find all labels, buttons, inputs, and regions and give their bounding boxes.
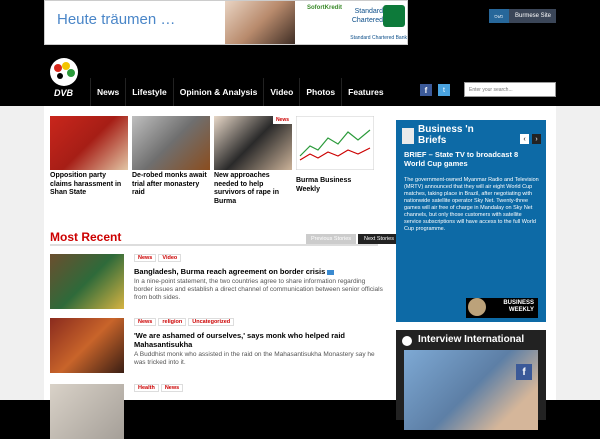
feature-card[interactable]: News New approaches needed to help survi…: [214, 116, 292, 206]
story-tags: Health News: [134, 384, 184, 392]
story-title-text: Bangladesh, Burma reach agreement on bor…: [134, 267, 326, 276]
feature-card[interactable]: Burma Business Weekly: [295, 115, 375, 194]
business-briefs-widget: Business 'n Briefs ‹ › BRIEF – State TV …: [396, 120, 546, 322]
banner-ad[interactable]: Heute träumen … SofortKredit Standard Ch…: [44, 0, 408, 45]
feature-caption: New approaches needed to help survivors …: [214, 172, 279, 205]
interview-international-widget: Interview International f: [396, 330, 546, 430]
feature-caption: Opposition party claims harassment in Sh…: [50, 172, 122, 196]
story-tags: News Video: [134, 254, 182, 262]
chevron-left-icon[interactable]: ‹: [520, 134, 529, 144]
feature-caption: Burma Business Weekly: [296, 177, 352, 193]
story-summary: In a nine-point statement, the two count…: [134, 278, 383, 301]
nav-news[interactable]: News: [90, 78, 125, 106]
site-header: Heute träumen … SofortKredit Standard Ch…: [0, 0, 600, 106]
story-summary: A Buddhist monk who assisted in the raid…: [134, 351, 375, 366]
most-recent-title: Most Recent: [50, 230, 122, 244]
dvb-logo[interactable]: DVB: [44, 56, 84, 100]
nav-lifestyle[interactable]: Lifestyle: [125, 78, 173, 106]
story-tag[interactable]: Uncategorized: [188, 318, 235, 326]
story-tag[interactable]: News: [134, 254, 157, 262]
nav-features[interactable]: Features: [341, 78, 389, 106]
content-panel: Opposition party claims harassment in Sh…: [44, 106, 556, 439]
story-tag[interactable]: Video: [158, 254, 182, 262]
search-input[interactable]: [464, 82, 556, 97]
ad-headline: Heute träumen …: [57, 11, 176, 28]
story-thumbnail[interactable]: [50, 384, 124, 439]
feature-caption: De-robed monks await trial after monaste…: [132, 172, 207, 196]
story-thumbnail[interactable]: [50, 318, 124, 373]
standard-chartered-logo-icon: [383, 5, 405, 27]
feature-image: [132, 116, 210, 170]
logo-text: DVB: [54, 88, 74, 98]
ad-photo: [225, 1, 295, 44]
burmese-glyph: ဗမာ: [489, 9, 509, 23]
burmese-site-link[interactable]: ဗမာ Burmese Site: [489, 9, 556, 23]
story-thumbnail[interactable]: [50, 254, 124, 309]
story-tag[interactable]: religion: [158, 318, 187, 326]
previous-stories-button[interactable]: Previous Stories: [306, 234, 356, 244]
main-nav: News Lifestyle Opinion & Analysis Video …: [90, 78, 390, 106]
nav-photos[interactable]: Photos: [299, 78, 341, 106]
briefs-icon: [402, 128, 414, 144]
brief-body: The government-owned Myanmar Radio and T…: [404, 177, 539, 232]
twitter-icon[interactable]: t: [438, 84, 450, 96]
interview-title: Interview International: [418, 334, 525, 345]
story-tags: News religion Uncategorized: [134, 318, 235, 326]
video-icon: [327, 269, 335, 275]
feature-card[interactable]: Opposition party claims harassment in Sh…: [50, 116, 128, 198]
story-tag[interactable]: Health: [134, 384, 159, 392]
story-title[interactable]: 'We are ashamed of ourselves,' says monk…: [134, 331, 384, 349]
feature-card[interactable]: De-robed monks await trial after monaste…: [132, 116, 210, 198]
nav-video[interactable]: Video: [263, 78, 299, 106]
main-area: Opposition party claims harassment in Sh…: [0, 106, 600, 439]
facebook-mark-icon: f: [516, 364, 532, 380]
story-tag[interactable]: News: [134, 318, 157, 326]
feature-tag[interactable]: News: [272, 116, 292, 124]
ad-brand-name: Standard Chartered: [351, 8, 383, 24]
interview-image[interactable]: [404, 350, 538, 430]
business-weekly-logo-icon: [468, 298, 486, 316]
facebook-icon[interactable]: f: [420, 84, 432, 96]
story-title[interactable]: Bangladesh, Burma reach agreement on bor…: [134, 267, 384, 276]
interview-icon: [402, 336, 412, 346]
story-tag[interactable]: News: [160, 384, 184, 392]
brief-headline[interactable]: BRIEF – State TV to broadcast 8 World Cu…: [404, 150, 540, 168]
business-chart-image: [295, 115, 375, 171]
business-briefs-title: Business 'n Briefs: [418, 124, 474, 146]
nav-opinion-analysis[interactable]: Opinion & Analysis: [172, 78, 264, 106]
feature-image: [50, 116, 128, 170]
chevron-right-icon[interactable]: ›: [532, 134, 541, 144]
feature-image: [214, 116, 292, 170]
burmese-site-label: Burmese Site: [515, 13, 552, 19]
next-stories-button[interactable]: Next Stories: [358, 234, 400, 244]
ad-brand-tagline: Standard Chartered Bank: [350, 35, 407, 41]
